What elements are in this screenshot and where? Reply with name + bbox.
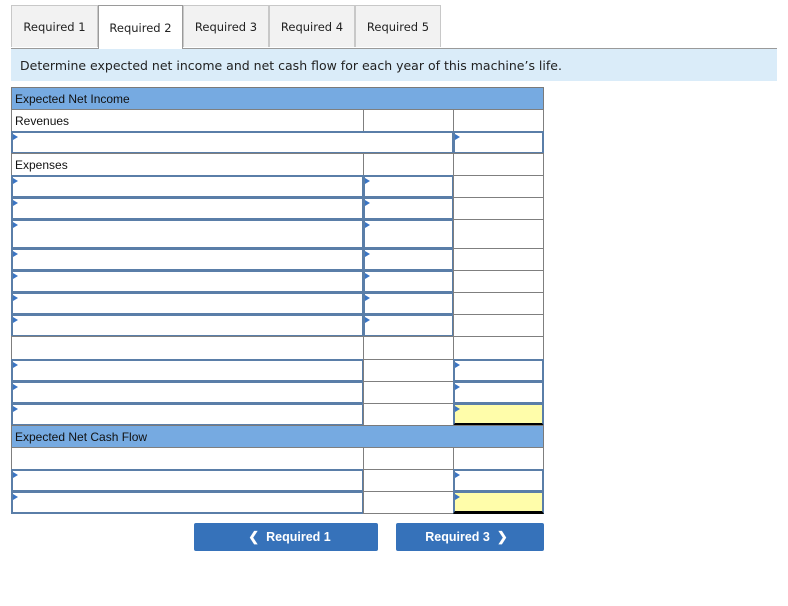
expense-account-input[interactable]	[11, 270, 364, 293]
empty-cell	[453, 109, 544, 132]
expense-row	[11, 270, 544, 293]
income-amount-input[interactable]	[453, 359, 544, 382]
cash-flow-account-input[interactable]	[11, 469, 364, 492]
expense-account-input[interactable]	[11, 197, 364, 220]
expense-row	[11, 314, 544, 337]
empty-cell	[363, 469, 454, 492]
expense-row	[11, 248, 544, 271]
empty-cell	[453, 447, 544, 470]
tab-required-2[interactable]: Required 2	[98, 5, 183, 49]
expenses-label: Expenses	[11, 153, 364, 176]
empty-cell	[363, 359, 454, 382]
income-row	[11, 381, 544, 404]
expense-amount-input[interactable]	[363, 219, 454, 249]
empty-cell	[11, 336, 364, 360]
tab-required-4[interactable]: Required 4	[269, 5, 355, 47]
expense-row	[11, 219, 544, 249]
expense-amount-input[interactable]	[363, 292, 454, 315]
net-income-account-input[interactable]	[11, 403, 364, 426]
revenue-amount-input[interactable]	[453, 131, 544, 154]
empty-cell	[453, 292, 544, 315]
empty-cell	[453, 314, 544, 337]
tab-required-3[interactable]: Required 3	[183, 5, 269, 47]
expense-row	[11, 197, 544, 220]
net-income-total-input[interactable]	[453, 403, 544, 426]
expense-account-input[interactable]	[11, 219, 364, 249]
empty-cell	[11, 447, 364, 470]
expense-amount-input[interactable]	[363, 248, 454, 271]
revenues-label: Revenues	[11, 109, 364, 132]
tab-required-5[interactable]: Required 5	[355, 5, 441, 47]
income-account-input[interactable]	[11, 381, 364, 404]
income-account-input[interactable]	[11, 359, 364, 382]
empty-cell	[453, 270, 544, 293]
expense-account-input[interactable]	[11, 175, 364, 198]
empty-cell	[453, 153, 544, 176]
net-cash-flow-row	[11, 491, 544, 514]
expense-amount-input[interactable]	[363, 314, 454, 337]
empty-cell	[363, 336, 454, 360]
expense-account-input[interactable]	[11, 292, 364, 315]
revenues-label-row: Revenues	[11, 109, 544, 132]
empty-cell	[363, 381, 454, 404]
expense-row	[11, 292, 544, 315]
empty-cell	[453, 219, 544, 249]
cash-flow-row	[11, 469, 544, 492]
expense-amount-input[interactable]	[363, 270, 454, 293]
expense-account-input[interactable]	[11, 248, 364, 271]
expense-account-input[interactable]	[11, 314, 364, 337]
chevron-right-icon: ❯	[496, 529, 508, 544]
net-cash-flow-account-input[interactable]	[11, 491, 364, 514]
expense-row	[11, 175, 544, 198]
empty-cell	[453, 336, 544, 360]
empty-cell	[363, 109, 454, 132]
next-button-label: Required 3	[425, 530, 490, 544]
next-required-3-button[interactable]: Required 3 ❯	[396, 523, 544, 551]
net-income-header: Expected Net Income	[11, 87, 544, 110]
empty-cell	[363, 491, 454, 514]
income-amount-input[interactable]	[453, 381, 544, 404]
empty-cell	[453, 197, 544, 220]
net-cash-flow-header: Expected Net Cash Flow	[11, 425, 544, 448]
revenue-input-row	[11, 131, 544, 154]
empty-cell	[453, 175, 544, 198]
expense-amount-input[interactable]	[363, 175, 454, 198]
spacer-row	[11, 447, 544, 470]
tab-required-1[interactable]: Required 1	[11, 5, 98, 47]
chevron-left-icon: ❮	[248, 529, 260, 544]
cash-flow-amount-input[interactable]	[453, 469, 544, 492]
empty-cell	[453, 248, 544, 271]
expenses-label-row: Expenses	[11, 153, 544, 176]
empty-cell	[363, 403, 454, 426]
empty-cell	[363, 447, 454, 470]
prev-button-label: Required 1	[266, 530, 331, 544]
instruction-text: Determine expected net income and net ca…	[11, 49, 777, 81]
revenue-account-input[interactable]	[11, 131, 454, 154]
prev-required-1-button[interactable]: ❮ Required 1	[194, 523, 378, 551]
net-cash-flow-total-input[interactable]	[453, 491, 544, 514]
net-income-row	[11, 403, 544, 426]
empty-cell	[363, 153, 454, 176]
spacer-row	[11, 336, 544, 360]
expense-amount-input[interactable]	[363, 197, 454, 220]
income-row	[11, 359, 544, 382]
